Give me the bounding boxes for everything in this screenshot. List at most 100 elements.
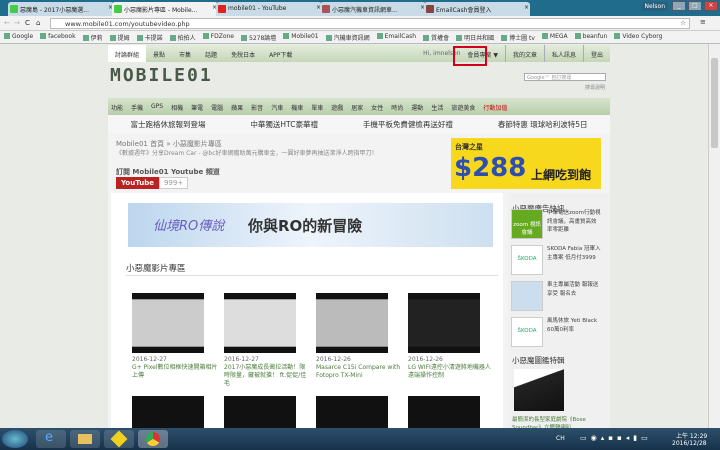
back-icon[interactable]: ← [4, 19, 10, 27]
category-link[interactable]: 影音 [251, 103, 263, 112]
category-link[interactable]: 行動加值 [483, 103, 507, 112]
nav-japan[interactable]: 免稅日本 [224, 45, 262, 62]
category-link[interactable]: 筆電 [191, 103, 203, 112]
category-link[interactable]: 汽車 [271, 103, 283, 112]
chrome-icon[interactable] [138, 430, 168, 448]
menu-icon[interactable]: ≡ [700, 18, 706, 26]
video-title[interactable]: LG WIFI遠控小清遊將地機器人遠端操作控制 [408, 364, 491, 379]
video-thumbnail[interactable] [224, 293, 296, 353]
bookmark-item[interactable]: EmailCash [376, 33, 416, 41]
promo-link[interactable]: 中華獨送HTC豪華禮 [250, 119, 318, 133]
youtube-subscribe[interactable]: YouTube 999+ [116, 177, 189, 189]
video-thumbnail[interactable] [408, 396, 480, 428]
category-link[interactable]: 時尚 [391, 103, 403, 112]
language-indicator[interactable]: CH [556, 435, 565, 442]
scrollbar[interactable] [708, 44, 720, 428]
category-link[interactable]: 遊戲 [331, 103, 343, 112]
maximize-button[interactable]: □ [688, 1, 702, 11]
bookmark-item[interactable]: Mobile01 [283, 33, 319, 41]
category-link[interactable]: GPS [151, 103, 163, 110]
browser-tab[interactable]: mobile01 - YouTube × [216, 2, 322, 16]
nav-spots[interactable]: 景點 [146, 45, 172, 62]
game-banner[interactable]: 仙境RO傳說 你與RO的新冒險 [128, 203, 493, 247]
browser-tab-active[interactable]: 小惡魔影片專區 - Mobile... × [112, 2, 218, 16]
ie-icon[interactable]: e [36, 430, 66, 448]
nav-app[interactable]: APP下載 [262, 45, 299, 62]
sidebar-ad[interactable]: ŠKODA SKODA Fabia 冠軍入主專案 低月付3999 [511, 245, 601, 277]
notice-link[interactable]: 《數據週年》分享Dream Car - @bc好車網贈助萬元購車金，一圓好車夢再… [116, 148, 378, 157]
category-link[interactable]: 功能 [111, 103, 123, 112]
video-thumbnail[interactable] [132, 396, 204, 428]
my-articles[interactable]: 我的文章 [504, 45, 544, 62]
forward-icon[interactable]: → [14, 19, 20, 27]
app-icon[interactable] [104, 430, 134, 448]
category-link[interactable]: 生活 [431, 103, 443, 112]
video-title[interactable]: Masarce C15i Compare with Fotopro TX-Min… [316, 364, 400, 379]
bookmark-item[interactable]: Google [4, 33, 33, 41]
category-link[interactable]: 女性 [371, 103, 383, 112]
video-title[interactable]: G+ Pixel數位相框快速開箱相片上傳 [132, 364, 217, 379]
nav-forum[interactable]: 討論群組 [108, 45, 147, 62]
clock-time[interactable]: 上午 12:29 [676, 431, 707, 440]
bookmark-item[interactable]: 質權會 [423, 33, 449, 42]
explorer-icon[interactable] [70, 430, 100, 448]
close-window-button[interactable]: × [704, 1, 718, 11]
address-bar[interactable]: www.mobile01.com/youtubevideo.php ☆ [50, 18, 690, 29]
bookmark-item[interactable]: 伊莉 [82, 33, 103, 42]
bookmark-item[interactable]: 汽機車資訊網 [325, 33, 370, 42]
video-thumbnail[interactable] [316, 396, 388, 428]
category-link[interactable]: 電腦 [211, 103, 223, 112]
promo-link[interactable]: 春節特惠 環球哈利波特5日 [498, 119, 588, 133]
search-help-link[interactable]: 搜尋說明 [585, 84, 605, 91]
video-thumbnail[interactable] [132, 293, 204, 353]
mobile01-logo[interactable]: MOBILE01 [110, 65, 213, 86]
bookmark-item[interactable]: 卡提諾 [136, 33, 163, 42]
nav-topics[interactable]: 話題 [198, 45, 224, 62]
youtube-button[interactable]: YouTube [116, 177, 159, 189]
category-link[interactable]: 機車 [291, 103, 303, 112]
profile-name[interactable]: Nelson [641, 2, 668, 11]
logout[interactable]: 登出 [582, 45, 610, 62]
promo-link[interactable]: 富士跑格休旅報到登場 [130, 119, 205, 133]
bose-soundbar-image[interactable] [514, 369, 564, 411]
category-link[interactable]: 手機 [131, 103, 143, 112]
search-input[interactable]: Google™ 自訂搜尋 [524, 73, 606, 81]
start-button[interactable] [2, 430, 28, 448]
star-icon[interactable]: ☆ [680, 19, 686, 27]
tray-icons[interactable]: ▭◉▴▪▪◂▮▭ [580, 434, 652, 442]
bookmark-item[interactable]: 明日共和國 [456, 33, 494, 42]
video-thumbnail[interactable] [224, 396, 296, 428]
scrollbar-thumb[interactable] [711, 58, 718, 148]
bookmark-item[interactable]: 拍拍人 [169, 33, 196, 42]
bookmark-item[interactable]: beanfun [574, 33, 607, 41]
clock-date[interactable]: 2016/12/28 [672, 440, 707, 447]
ad-banner-tstar[interactable]: 台灣之星 $288 上網吃到飽 [451, 138, 601, 189]
nav-market[interactable]: 市集 [172, 45, 198, 62]
home-icon[interactable]: ⌂ [36, 19, 40, 27]
bookmark-item[interactable]: 5278論壇 [241, 33, 276, 42]
category-link[interactable]: 單車 [311, 103, 323, 112]
video-thumbnail[interactable] [316, 293, 388, 353]
bookmark-item[interactable]: FDZone [202, 33, 234, 41]
browser-tab[interactable]: EmailCash會員登入 × [424, 2, 530, 16]
category-link[interactable]: 居家 [351, 103, 363, 112]
sidebar-ad[interactable]: zoom 視訊會議 中華電信zoom行動視訊會議，高畫質高效率零距離 [511, 209, 601, 241]
video-thumbnail[interactable] [408, 293, 480, 353]
close-icon[interactable]: × [524, 4, 529, 11]
category-link[interactable]: 蘋果 [231, 103, 243, 112]
reload-icon[interactable]: C [25, 19, 30, 27]
bookmark-item[interactable]: facebook [40, 33, 76, 41]
browser-tab[interactable]: 惡魔島 - 2017小惡魔選... × [8, 2, 114, 16]
sidebar-ad[interactable]: 車主專屬活動 報報送享受 報名去 [511, 281, 601, 313]
bookmark-item[interactable]: MEGA [541, 33, 568, 41]
category-link[interactable]: 旅遊美食 [451, 103, 475, 112]
promo-link[interactable]: 手機平板免費健檢再送好禮 [363, 119, 453, 133]
bookmark-item[interactable]: Video Cyborg [614, 33, 662, 41]
category-link[interactable]: 相機 [171, 103, 183, 112]
bookmark-item[interactable]: 提姆 [109, 33, 130, 42]
bookmark-item[interactable]: 博士圖 tv [501, 33, 535, 42]
browser-tab[interactable]: 小惡魔汽機車資訊網車... × [320, 2, 426, 16]
minimize-button[interactable]: _ [672, 1, 686, 11]
private-messages[interactable]: 私人訊息 [543, 45, 583, 62]
category-link[interactable]: 運動 [411, 103, 423, 112]
